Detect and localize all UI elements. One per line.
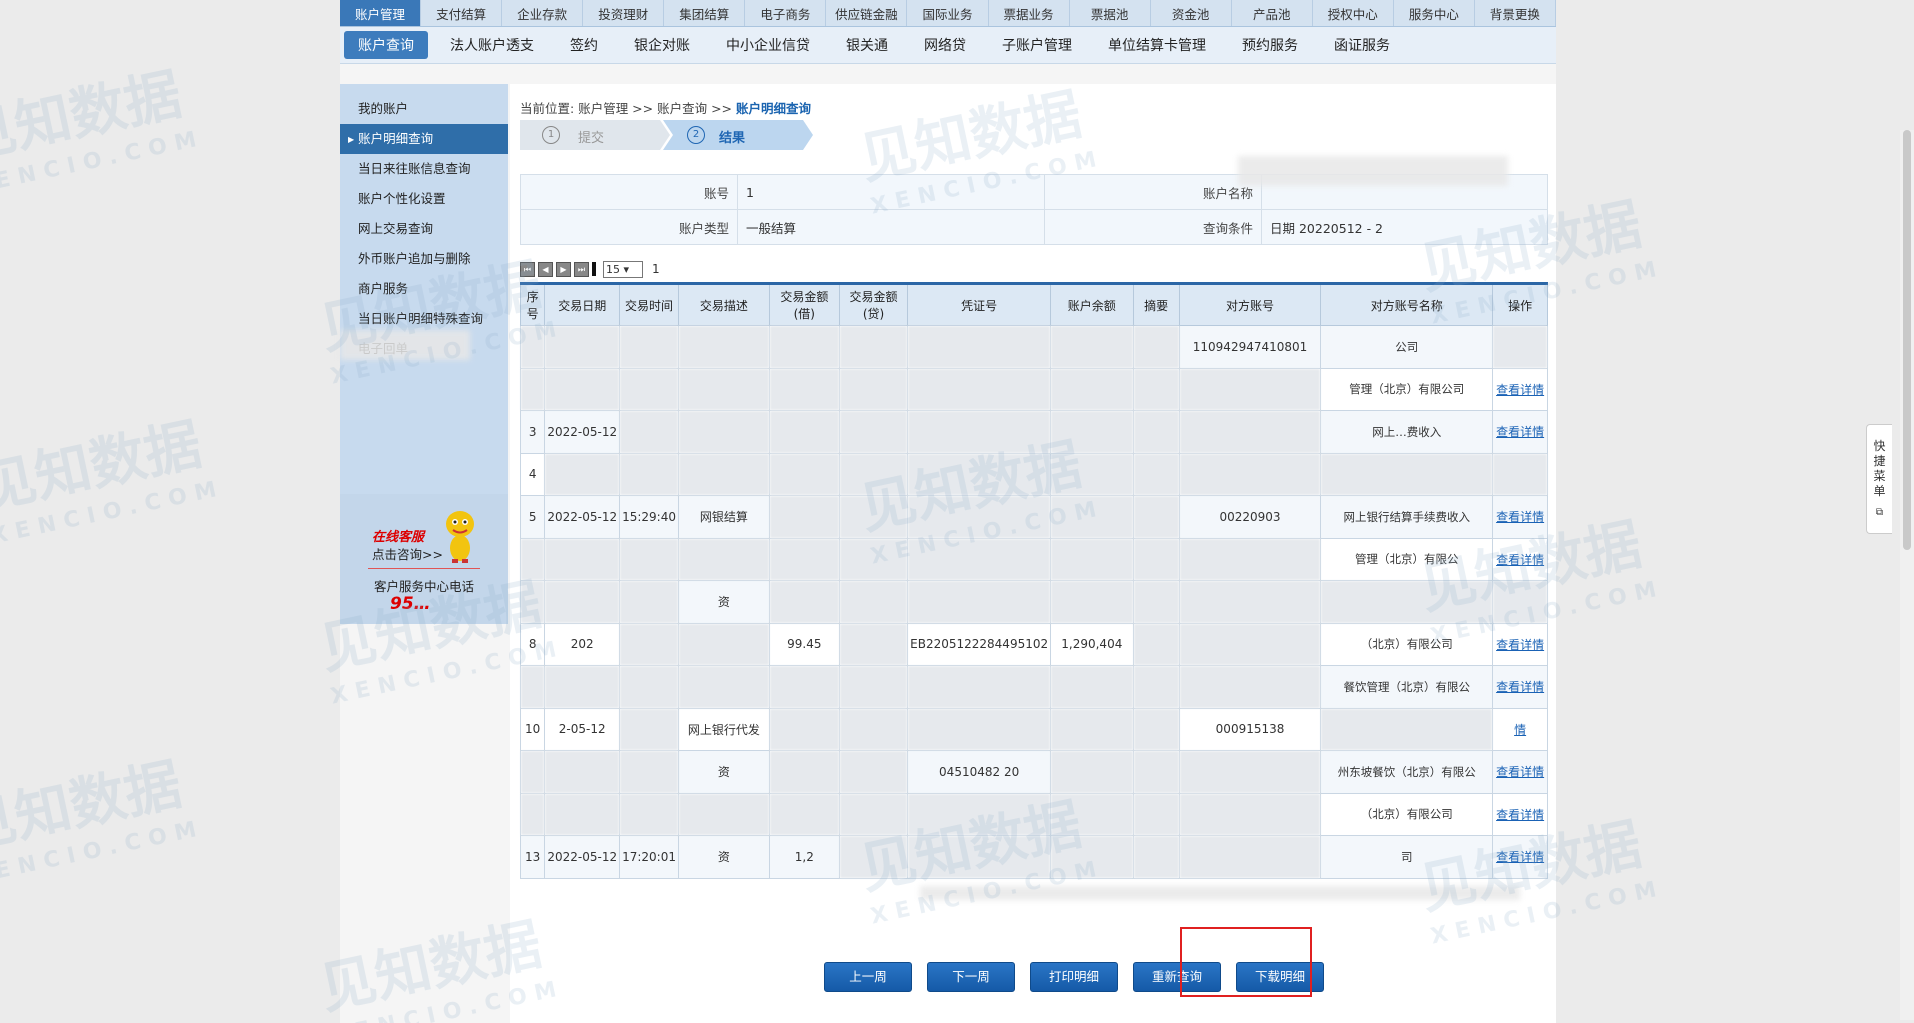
watermark-text: 见知数据 — [0, 752, 187, 863]
watermark-text: 见知数据 — [1414, 812, 1647, 923]
watermark: 见知数据 XENCIO.COM — [312, 556, 567, 710]
watermark-subtext: XENCIO.COM — [868, 855, 1107, 930]
watermark: 见知数据 XENCIO.COM — [852, 776, 1107, 930]
watermark: 见知数据 XENCIO.COM — [1412, 796, 1667, 950]
watermark-layer: 见知数据 XENCIO.COM 见知数据 XENCIO.COM 见知数据 XENCIO.C… — [0, 0, 1914, 1023]
watermark-text: 见知数据 — [0, 412, 207, 523]
watermark-subtext: XENCIO.COM — [328, 975, 567, 1023]
watermark-text: 见知数据 — [0, 62, 187, 173]
watermark-text: 见知数据 — [314, 572, 547, 683]
watermark: 见知数据 XENCIO.COM — [852, 66, 1107, 220]
watermark-subtext: XENCIO.COM — [868, 145, 1107, 220]
watermark: 见知数据 XENCIO.COM — [312, 236, 567, 390]
watermark-subtext: XENCIO.COM — [1428, 875, 1667, 950]
watermark-text: 见知数据 — [1414, 192, 1647, 303]
watermark-subtext: XENCIO.COM — [328, 635, 567, 710]
watermark: 见知数据 XENCIO.COM — [852, 416, 1107, 570]
watermark-subtext: XENCIO.COM — [868, 495, 1107, 570]
watermark-text: 见知数据 — [314, 252, 547, 363]
watermark-subtext: XENCIO.COM — [0, 815, 207, 890]
watermark: 见知数据 XENCIO.COM — [0, 736, 207, 890]
watermark: 见知数据 XENCIO.COM — [1412, 496, 1667, 650]
watermark: 见知数据 XENCIO.COM — [0, 396, 227, 550]
watermark: 见知数据 XENCIO.COM — [312, 896, 567, 1023]
watermark-text: 见知数据 — [1414, 512, 1647, 623]
watermark-subtext: XENCIO.COM — [0, 475, 227, 550]
watermark: 见知数据 XENCIO.COM — [1412, 176, 1667, 330]
watermark-subtext: XENCIO.COM — [0, 125, 207, 200]
watermark: 见知数据 XENCIO.COM — [0, 46, 207, 200]
watermark-subtext: XENCIO.COM — [1428, 255, 1667, 330]
watermark-text: 见知数据 — [854, 432, 1087, 543]
watermark-subtext: XENCIO.COM — [328, 315, 567, 390]
watermark-text: 见知数据 — [854, 82, 1087, 193]
watermark-subtext: XENCIO.COM — [1428, 575, 1667, 650]
watermark-text: 见知数据 — [314, 912, 547, 1023]
watermark-text: 见知数据 — [854, 792, 1087, 903]
